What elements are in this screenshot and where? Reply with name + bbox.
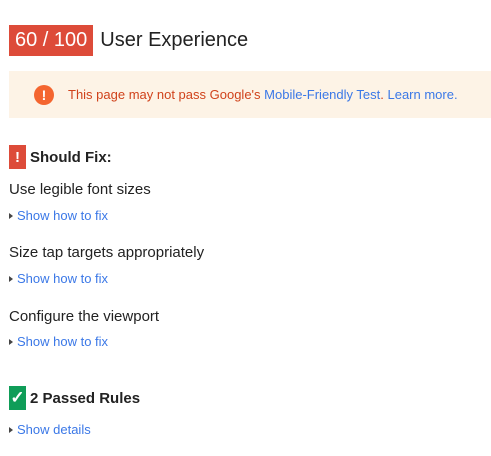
score-header: 60 / 100 User Experience xyxy=(9,25,248,56)
toggle-label[interactable]: Show how to fix xyxy=(17,208,108,223)
toggle-label[interactable]: Show how to fix xyxy=(17,334,108,349)
learn-more-link[interactable]: Learn more. xyxy=(387,87,457,102)
checkmark-icon: ✓ xyxy=(9,386,26,410)
passed-rules-header[interactable]: ✓ 2 Passed Rules xyxy=(9,386,140,410)
score-badge: 60 / 100 xyxy=(9,25,94,56)
warning-prefix: This page may not pass Google's xyxy=(68,87,265,102)
rule-title-viewport: Configure the viewport xyxy=(9,308,160,325)
caret-right-icon xyxy=(9,338,13,345)
passed-rules-label: 2 Passed Rules xyxy=(30,389,141,407)
show-how-to-fix-toggle[interactable]: Show how to fix xyxy=(9,334,108,349)
exclamation-icon: ! xyxy=(9,145,26,169)
show-details-toggle[interactable]: Show details xyxy=(9,422,91,437)
mobile-friendly-test-link[interactable]: Mobile-Friendly Test xyxy=(264,87,380,102)
caret-right-icon xyxy=(9,426,13,433)
show-how-to-fix-toggle[interactable]: Show how to fix xyxy=(9,208,108,223)
toggle-label[interactable]: Show how to fix xyxy=(17,271,108,286)
toggle-label[interactable]: Show details xyxy=(17,422,91,437)
warning-text: This page may not pass Google's Mobile-F… xyxy=(68,87,458,102)
caret-right-icon xyxy=(9,212,13,219)
should-fix-header: ! Should Fix: xyxy=(9,145,112,169)
rule-title-legible-font-sizes: Use legible font sizes xyxy=(9,181,151,198)
show-how-to-fix-toggle[interactable]: Show how to fix xyxy=(9,271,108,286)
caret-right-icon xyxy=(9,275,13,282)
should-fix-label: Should Fix: xyxy=(30,148,112,166)
section-title: User Experience xyxy=(100,29,249,51)
exclamation-circle-icon: ! xyxy=(34,84,54,105)
rule-title-tap-targets: Size tap targets appropriately xyxy=(9,244,205,261)
mobile-friendly-warning: ! This page may not pass Google's Mobile… xyxy=(9,71,491,118)
